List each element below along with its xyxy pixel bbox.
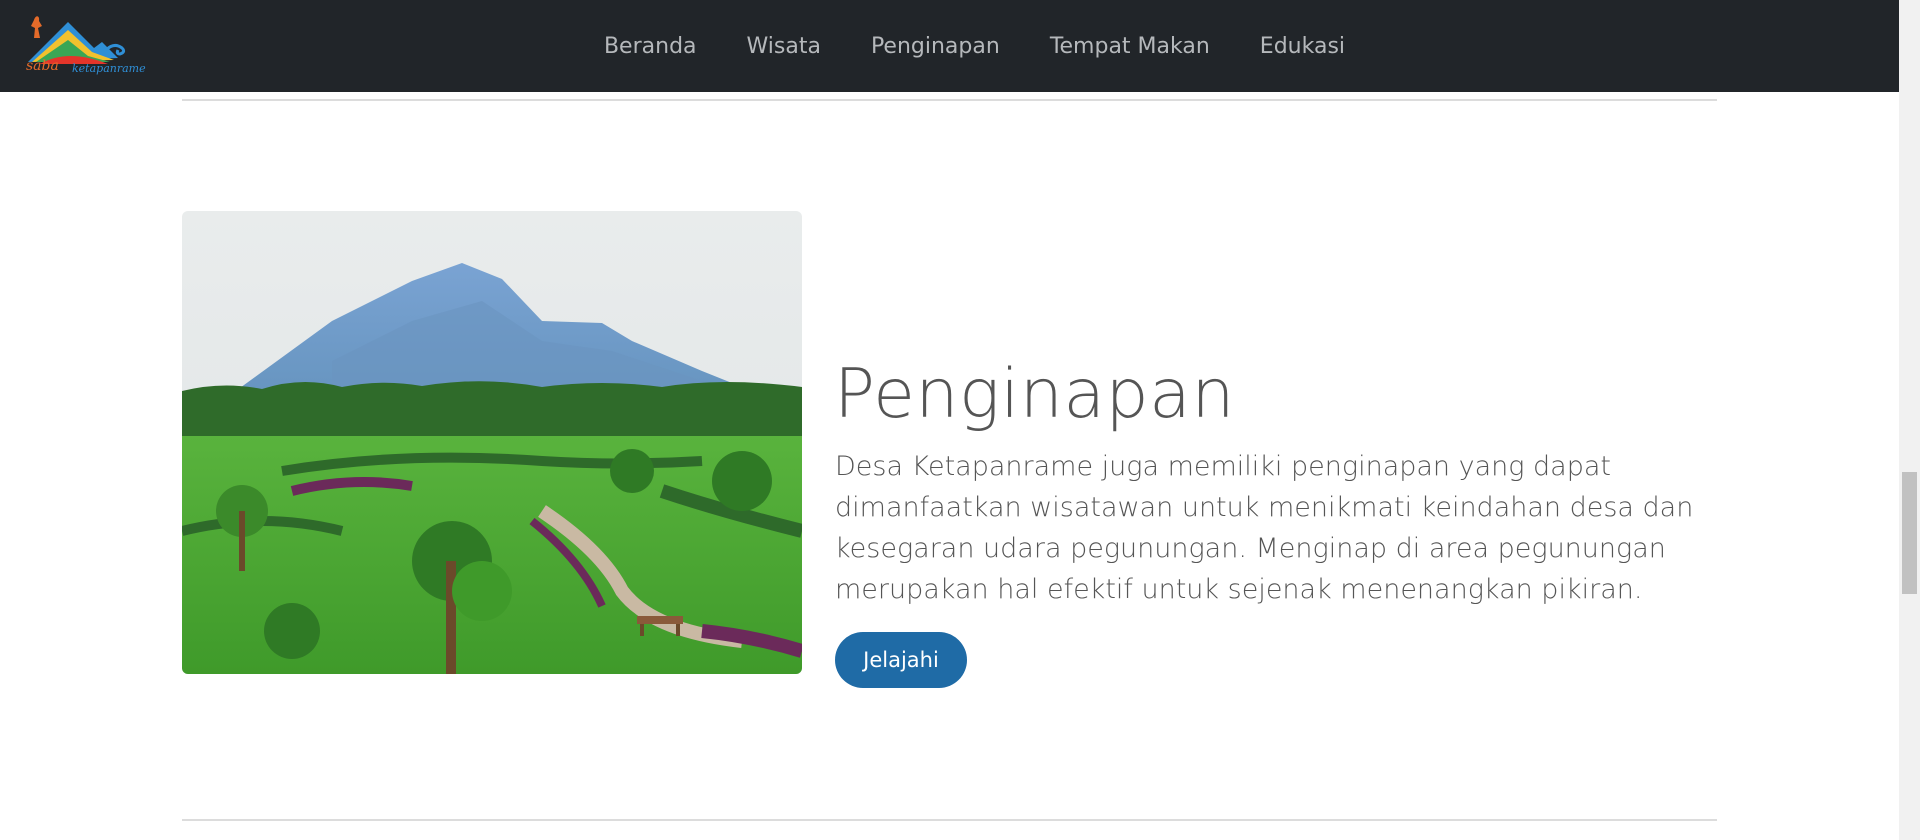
nav-item-edukasi[interactable]: Edukasi (1235, 34, 1370, 59)
navbar: saba ketapanrame Beranda Wisata Penginap… (0, 0, 1899, 92)
nav-item-beranda[interactable]: Beranda (579, 34, 722, 59)
section-title: Penginapan (834, 355, 1235, 434)
nav-item-wisata[interactable]: Wisata (722, 34, 846, 59)
section-divider-top (182, 99, 1717, 101)
mountain-garden-image (182, 211, 802, 674)
penginapan-photo (182, 211, 802, 674)
main-nav: Beranda Wisata Penginapan Tempat Makan E… (0, 0, 1899, 92)
jelajahi-button[interactable]: Jelajahi (835, 632, 967, 688)
nav-item-penginapan[interactable]: Penginapan (846, 34, 1025, 59)
section-description: Desa Ketapanrame juga memiliki penginapa… (835, 451, 1694, 605)
scrollbar-thumb[interactable] (1902, 472, 1917, 594)
nav-item-tempat-makan[interactable]: Tempat Makan (1025, 34, 1235, 59)
section-divider-bottom (182, 819, 1717, 821)
page-scrollbar[interactable] (1899, 0, 1920, 840)
